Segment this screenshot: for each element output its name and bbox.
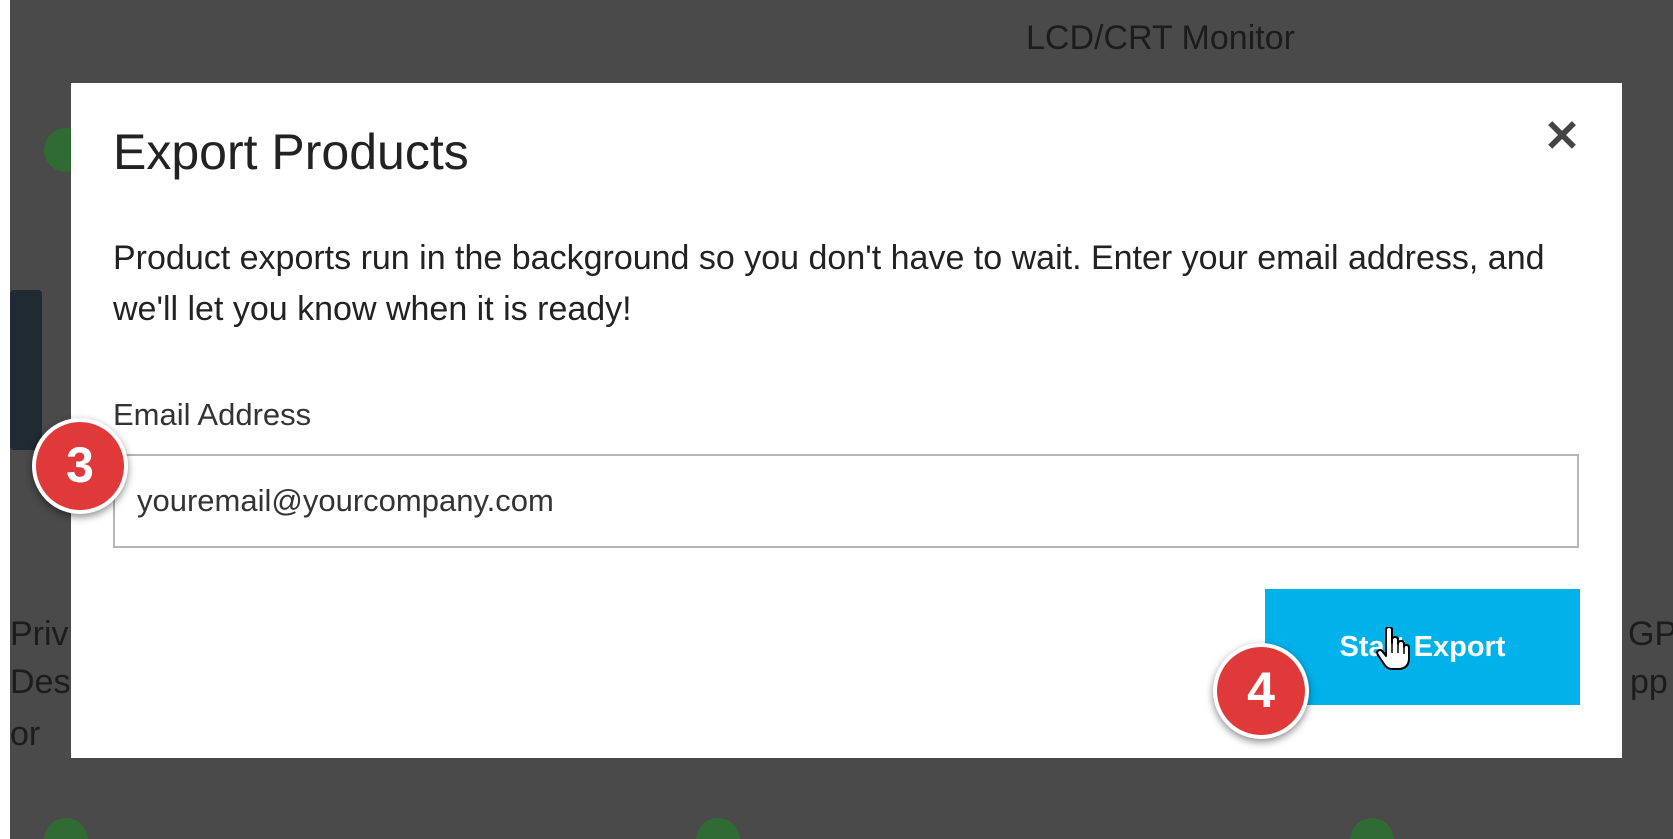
product-name-fragment: or — [10, 715, 41, 753]
dialog-description: Product exports run in the background so… — [113, 239, 1545, 328]
step-4-badge: 4 — [1213, 643, 1309, 739]
product-name-fragment: Priv — [10, 615, 69, 653]
start-export-button[interactable]: Start Export — [1265, 589, 1580, 705]
email-label: Email Address — [113, 397, 312, 432]
product-name-fragment: pp — [1630, 663, 1668, 701]
dialog-title: Export Products — [113, 124, 469, 180]
hand-pointer-icon — [1376, 627, 1410, 670]
email-field[interactable] — [113, 454, 1579, 548]
check-circle-icon — [44, 818, 88, 839]
check-circle-icon — [1350, 818, 1394, 839]
product-title: LCD/CRT Monitor — [1026, 19, 1295, 57]
close-icon[interactable]: ✕ — [1532, 107, 1592, 167]
step-3-badge: 3 — [32, 418, 128, 514]
product-name-fragment: Des — [10, 663, 71, 701]
product-thumbnail — [10, 290, 42, 450]
product-name-fragment: GP — [1628, 615, 1673, 653]
check-circle-icon — [696, 818, 740, 839]
